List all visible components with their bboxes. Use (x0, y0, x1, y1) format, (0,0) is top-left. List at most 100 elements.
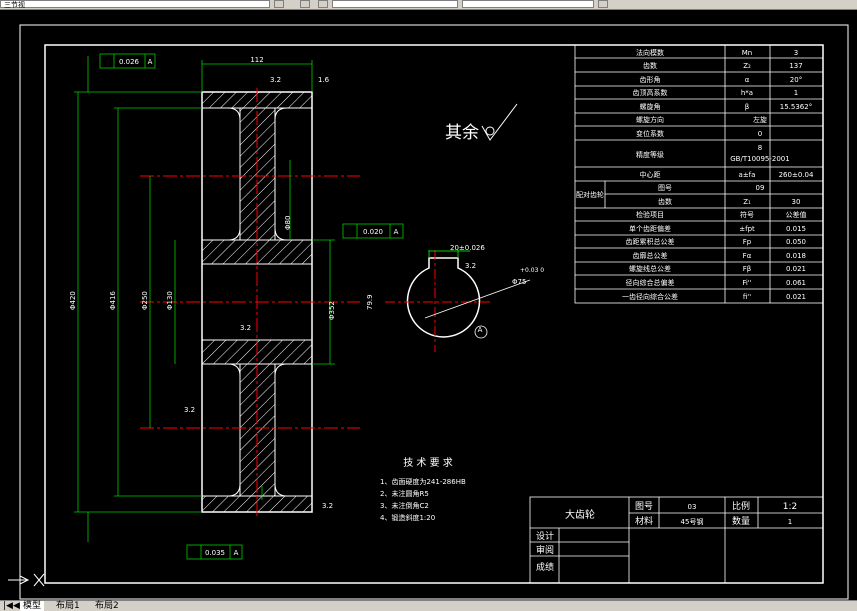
layout-tab-bar: |◀◀ 模型 布局1 布局2 (0, 600, 857, 611)
material-label: 材料 (635, 515, 653, 527)
toolbar-button[interactable] (300, 0, 310, 8)
param-name: 齿数 (643, 61, 657, 70)
roughness-symbol-icon (481, 103, 518, 141)
inspect-name: 单个齿距偏差 (629, 224, 671, 233)
dim-right-diameter: Φ352 (328, 301, 336, 320)
dim-width: 112 (250, 56, 263, 64)
inspect-name: 螺旋线总公差 (629, 264, 671, 273)
center-distance-value: 260±0.04 (779, 171, 814, 179)
tech-requirement-item: 3、未注倒角C2 (380, 501, 429, 510)
tolerance-datum: A (234, 549, 239, 557)
center-distance-label: 中心距 (640, 170, 661, 179)
mating-row-symbol: Z₁ (743, 198, 751, 206)
dim-roughness: 3.2 (465, 262, 476, 270)
param-name: 螺旋方向 (636, 115, 664, 124)
param-value: 0 (758, 130, 762, 138)
inspect-value: 0.021 (786, 265, 806, 273)
tech-requirement-item: 4、锻造斜度1:20 (380, 513, 435, 522)
dim-mid-diameter: Φ250 (141, 291, 149, 310)
drawing-canvas[interactable]: 法向模数 Mn 3 齿数 Z₂ 137 齿形角 α 20° 齿顶高系数 h*a … (0, 10, 857, 600)
inspect-name: 齿距累积总公差 (626, 237, 675, 246)
precision-label: 精度等级 (636, 150, 664, 159)
param-symbol: Mn (742, 49, 752, 57)
param-value: 20° (790, 76, 802, 84)
precision-standard: GB/T10095-2001 (730, 155, 789, 163)
param-name: 齿形角 (640, 75, 661, 84)
drawing-no-value: 03 (688, 503, 697, 511)
dim-hub-diameter: Φ130 (166, 291, 174, 310)
dim-chamfer: 1.6 (318, 76, 330, 84)
inspect-value: 0.018 (786, 252, 806, 260)
inspect-header-name: 检验项目 (636, 210, 664, 219)
mating-row-name: 图号 (658, 184, 672, 192)
dim-roughness: 3.2 (240, 324, 251, 332)
roughness-note: 其余 (445, 123, 479, 143)
mating-row-value: 09 (756, 184, 765, 192)
param-symbol: h*a (741, 89, 753, 97)
inspect-value: 0.021 (786, 293, 806, 301)
grade-label: 成绩 (536, 561, 554, 573)
scale-value: 1:2 (783, 502, 797, 512)
quantity-value: 1 (788, 518, 792, 526)
part-name: 大齿轮 (565, 508, 595, 521)
center-distance-symbol: a±fa (739, 171, 756, 179)
dim-small-diameter: Φ80 (284, 216, 292, 230)
param-value: 15.5362° (780, 103, 812, 111)
dim-bore-tolerance: +0.03 0 (520, 267, 544, 274)
ucs-icon (8, 573, 45, 587)
dim-outer-diameter: Φ420 (69, 291, 77, 310)
toolbar-button[interactable] (598, 0, 608, 8)
dim-roughness: 3.2 (322, 502, 333, 510)
toolbar-button[interactable] (318, 0, 328, 8)
dim-chamfer: 3.2 (270, 76, 281, 84)
tolerance-value: 0.035 (205, 549, 225, 557)
dim-bore: Φ75 (512, 278, 526, 286)
inspect-symbol: Fα (743, 252, 752, 260)
quantity-label: 数量 (732, 515, 750, 527)
material-value: 45号钢 (681, 517, 704, 526)
dim-pitch-diameter: Φ416 (109, 291, 117, 310)
dim-keyway-width: 20±0.026 (450, 244, 485, 252)
param-symbol: α (745, 76, 750, 84)
keyway-end-view (385, 250, 531, 352)
param-name: 法向模数 (636, 48, 664, 57)
param-name: 螺旋角 (640, 102, 661, 111)
mating-row-value: 30 (792, 198, 801, 206)
param-symbol: Z₂ (743, 62, 751, 70)
tolerance-value: 0.020 (363, 228, 383, 236)
inspect-value: 0.050 (786, 238, 806, 246)
tech-requirement-item: 2、未注圆角R5 (380, 489, 429, 498)
tech-requirement-item: 1、齿面硬度为241-286HB (380, 477, 466, 486)
inspect-name: 一齿径向综合公差 (622, 292, 678, 301)
tolerance-datum: A (148, 58, 153, 66)
color-combo[interactable] (332, 0, 458, 8)
tolerance-value: 0.026 (119, 58, 140, 66)
inspect-header-value: 公差值 (786, 210, 807, 219)
layer-combo[interactable]: 三节视 (0, 0, 270, 9)
precision-value: 8 (758, 144, 762, 152)
inspect-symbol: Fp (743, 238, 752, 246)
designer-label: 设计 (536, 530, 554, 542)
inspect-value: 0.061 (786, 279, 806, 287)
drawing-no-label: 图号 (635, 501, 653, 512)
linetype-combo[interactable] (462, 0, 594, 8)
datum-label: A (478, 326, 483, 334)
inspect-symbol: ±fpt (739, 225, 755, 233)
layer-dropdown-button[interactable] (274, 0, 284, 8)
param-symbol: β (745, 103, 749, 111)
param-value: 3 (794, 49, 798, 57)
tolerance-datum: A (394, 228, 399, 236)
dim-hub-length: 79.9 (366, 294, 374, 310)
inspect-header-symbol: 符号 (740, 210, 754, 219)
inspect-value: 0.015 (786, 225, 806, 233)
inspect-symbol: Fi'' (742, 279, 751, 287)
toolbar: 三节视 (0, 0, 857, 10)
reviewer-label: 审阅 (536, 544, 554, 556)
param-value: 1 (794, 89, 798, 97)
inspect-symbol: Fβ (743, 265, 752, 273)
mating-gear-label: 配对齿轮 (576, 190, 604, 199)
param-name: 齿顶高系数 (633, 88, 668, 97)
scale-label: 比例 (732, 500, 750, 512)
tech-requirements-title: 技 术 要 求 (403, 456, 453, 469)
param-value: 左旋 (753, 115, 767, 124)
